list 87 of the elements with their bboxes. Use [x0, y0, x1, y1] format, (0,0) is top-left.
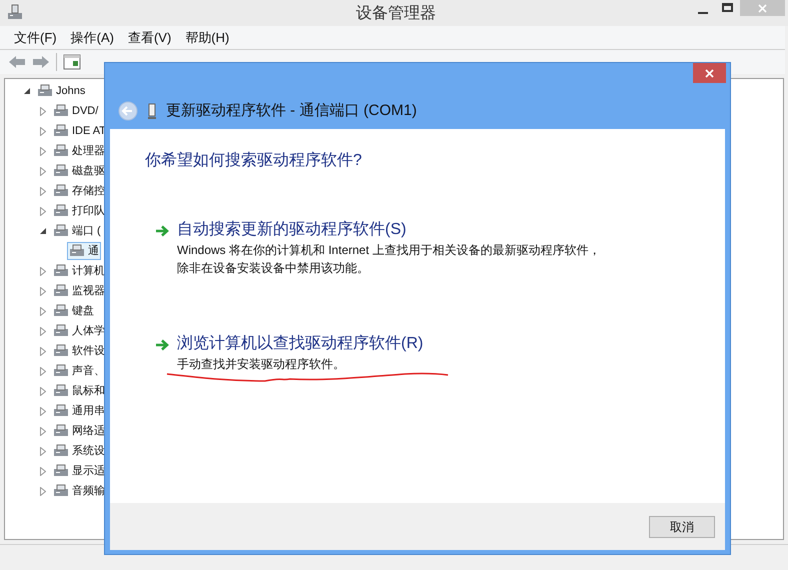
- device-icon: [53, 343, 69, 359]
- collapsed-caret-icon[interactable]: [40, 306, 46, 316]
- arrow-icon: [155, 339, 169, 351]
- collapsed-caret-icon[interactable]: [40, 486, 46, 496]
- menu-item[interactable]: 帮助(H): [179, 28, 236, 48]
- tree-item[interactable]: 通: [68, 242, 100, 260]
- device-icon: [53, 423, 69, 439]
- arrow-icon: [155, 225, 169, 237]
- tree-label[interactable]: 存储控: [72, 182, 105, 200]
- device-icon: [53, 183, 69, 199]
- tree-label[interactable]: 网络适: [72, 422, 105, 440]
- option-link[interactable]: 自动搜索更新的驱动程序软件(S): [177, 219, 602, 241]
- close-icon: [705, 68, 714, 78]
- dialog-title: 更新驱动程序软件 - 通信端口 (COM1): [166, 100, 417, 121]
- tree-label[interactable]: 计算机: [72, 262, 105, 280]
- maximize-button[interactable]: [722, 3, 733, 12]
- tree-label[interactable]: 系统设: [72, 442, 105, 460]
- device-icon: [53, 203, 69, 219]
- tree-label[interactable]: 监视器: [72, 282, 105, 300]
- option-description: Windows 将在你的计算机和 Internet 上查找用于相关设备的最新驱动程序软件，除非在设备安装设备中禁用该功能。: [177, 242, 602, 277]
- tree-label[interactable]: 打印队: [72, 202, 105, 220]
- cancel-button[interactable]: 取消: [649, 516, 715, 538]
- collapsed-caret-icon[interactable]: [40, 126, 46, 136]
- collapsed-caret-icon[interactable]: [40, 406, 46, 416]
- device-icon: [53, 143, 69, 159]
- collapsed-caret-icon[interactable]: [40, 166, 46, 176]
- device-icon: [69, 243, 85, 259]
- tree-label[interactable]: 人体学: [72, 322, 105, 340]
- tree-label[interactable]: 通用串: [72, 402, 105, 420]
- device-icon: [53, 103, 69, 119]
- device-icon: [53, 303, 69, 319]
- collapsed-caret-icon[interactable]: [40, 106, 46, 116]
- collapsed-caret-icon[interactable]: [40, 206, 46, 216]
- device-icon: [53, 163, 69, 179]
- device-icon: [53, 463, 69, 479]
- option-description: 手动查找并安装驱动程序软件。: [177, 356, 346, 373]
- tree-label[interactable]: 鼠标和: [72, 382, 105, 400]
- dialog-close-button[interactable]: [693, 63, 726, 83]
- tree-label[interactable]: IDE AT: [72, 122, 106, 140]
- close-icon: [758, 4, 767, 12]
- back-arrow-icon[interactable]: [8, 55, 26, 69]
- device-icon: [53, 483, 69, 499]
- expanded-caret-icon[interactable]: [24, 88, 30, 94]
- collapsed-caret-icon[interactable]: [40, 426, 46, 436]
- collapsed-caret-icon[interactable]: [40, 366, 46, 376]
- tree-label[interactable]: 显示适: [72, 462, 105, 480]
- tree-label[interactable]: Johns: [56, 82, 86, 100]
- device-icon: [53, 283, 69, 299]
- tree-label[interactable]: 端口 (: [72, 222, 101, 240]
- port-icon: [148, 103, 156, 119]
- tree-label[interactable]: 处理器: [72, 142, 105, 160]
- collapsed-caret-icon[interactable]: [40, 446, 46, 456]
- computer-icon: [6, 4, 24, 22]
- panel-icon[interactable]: [63, 54, 81, 70]
- forward-arrow-icon[interactable]: [32, 55, 50, 69]
- back-button[interactable]: [118, 101, 138, 121]
- device-icon: [53, 403, 69, 419]
- collapsed-caret-icon[interactable]: [40, 266, 46, 276]
- tree-label[interactable]: 软件设: [72, 342, 105, 360]
- menu-item[interactable]: 操作(A): [64, 28, 120, 48]
- close-button[interactable]: [740, 0, 785, 16]
- tree-label[interactable]: 磁盘驱: [72, 162, 105, 180]
- window-title: 设备管理器: [356, 4, 436, 24]
- device-icon: [53, 123, 69, 139]
- menu-item[interactable]: 查看(V): [122, 28, 178, 48]
- device-icon: [53, 223, 69, 239]
- device-icon: [53, 363, 69, 379]
- menu-item[interactable]: 文件(F): [8, 28, 63, 48]
- device-icon: [53, 263, 69, 279]
- collapsed-caret-icon[interactable]: [40, 286, 46, 296]
- device-icon: [53, 443, 69, 459]
- tree-label[interactable]: 声音、: [72, 362, 105, 380]
- device-icon: [37, 83, 53, 99]
- collapsed-caret-icon[interactable]: [40, 326, 46, 336]
- tree-label[interactable]: 键盘: [72, 302, 94, 320]
- device-icon: [53, 383, 69, 399]
- tree-label[interactable]: DVD/: [72, 102, 98, 120]
- expanded-caret-icon[interactable]: [40, 228, 46, 234]
- collapsed-caret-icon[interactable]: [40, 346, 46, 356]
- device-icon: [53, 323, 69, 339]
- collapsed-caret-icon[interactable]: [40, 186, 46, 196]
- collapsed-caret-icon[interactable]: [40, 386, 46, 396]
- collapsed-caret-icon[interactable]: [40, 146, 46, 156]
- collapsed-caret-icon[interactable]: [40, 466, 46, 476]
- option-link[interactable]: 浏览计算机以查找驱动程序软件(R): [177, 333, 602, 355]
- dialog-question: 你希望如何搜索驱动程序软件?: [145, 150, 363, 171]
- tree-label[interactable]: 音频输: [72, 482, 105, 500]
